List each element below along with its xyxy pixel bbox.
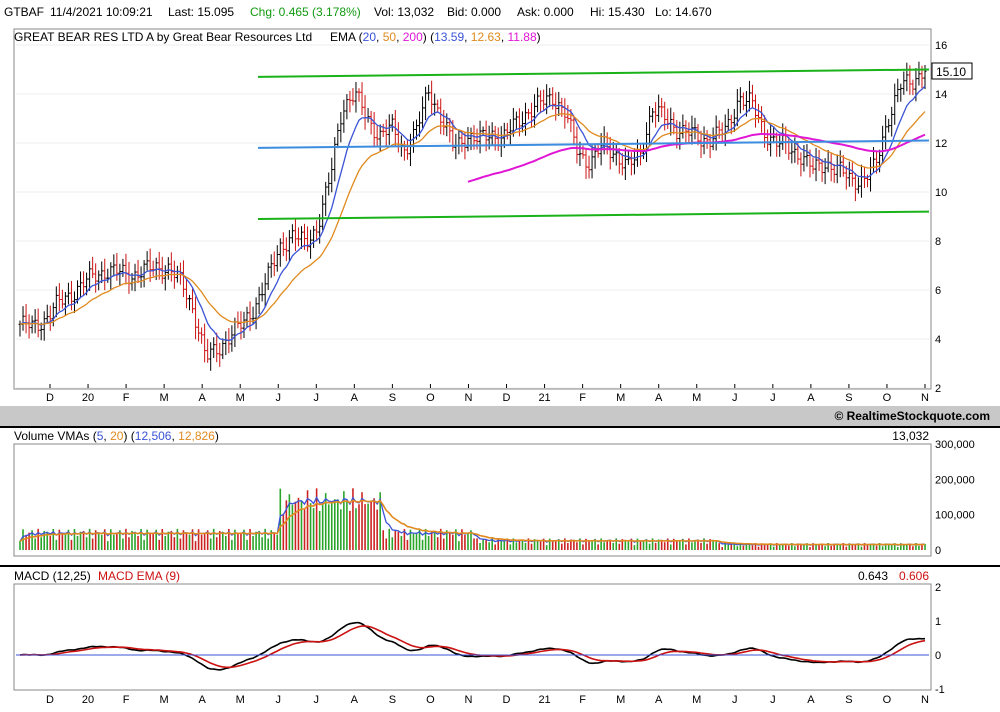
macd-x-tick-label: J — [732, 694, 738, 706]
macd-x-tick-label: J — [276, 694, 282, 706]
vma20-period: 20 — [110, 429, 124, 443]
macd-x-tick-label: 21 — [538, 694, 550, 706]
macd-x-axis: D 20 F M A M J J A S O N D 21 F M A M J J A S O N — [46, 694, 929, 706]
macd-x-tick-label: A — [199, 694, 207, 706]
price-tick-label: 6 — [935, 285, 941, 297]
price-tick-label: 4 — [935, 334, 941, 346]
x-tick-label: M — [236, 392, 245, 404]
macd-tick-label: 2 — [935, 582, 941, 594]
x-tick-label: M — [160, 392, 169, 404]
price-tick-label: 10 — [935, 187, 947, 199]
macd-tick-label: 0 — [935, 650, 941, 662]
vma5-value: 12,506 — [135, 429, 172, 443]
macd-panel-frame — [13, 583, 932, 691]
ema200-value: 11.88 — [508, 30, 537, 44]
volume-tick-label: 0 — [935, 545, 941, 557]
ema20-value: 13.59 — [434, 30, 464, 44]
macd-x-tick-label: J — [314, 694, 320, 706]
x-tick-label: A — [655, 392, 663, 404]
macd-x-tick-label: D — [46, 694, 54, 706]
x-tick-label: S — [845, 392, 852, 404]
volume-panel-frame — [13, 443, 932, 557]
macd-x-tick-label: N — [921, 694, 929, 706]
x-tick-label: 21 — [538, 392, 550, 404]
x-tick-label: J — [732, 392, 738, 404]
macd-x-tick-label: A — [655, 694, 663, 706]
copyright: © RealtimeStockquote.com — [834, 409, 990, 423]
macd-x-tick-label: A — [807, 694, 815, 706]
macd-x-tick-label: M — [616, 694, 625, 706]
macd-value: 0.643 — [858, 569, 888, 583]
macd-x-tick-label: M — [236, 694, 245, 706]
price-title: GREAT BEAR RES LTD A by Great Bear Resou… — [14, 30, 312, 44]
price-tick-label: 12 — [935, 138, 947, 150]
ema-label: EMA (20, 50, 200) (13.59, 12.63, 11.88) — [330, 30, 541, 44]
macd-title: MACD (12,25) — [14, 569, 91, 583]
ema50-value: 12.63 — [471, 30, 501, 44]
x-tick-label: J — [770, 392, 776, 404]
x-tick-label: A — [351, 392, 359, 404]
macd-signal-value: 0.606 — [899, 569, 929, 583]
x-tick-label: F — [123, 392, 130, 404]
last-volume: 13,032 — [892, 429, 929, 443]
macd-x-tick-label: S — [845, 694, 852, 706]
x-tick-label: O — [426, 392, 435, 404]
volume-axis: 0 100,000 200,000 300,000 — [935, 439, 975, 557]
price-tick-label: 14 — [935, 89, 947, 101]
x-tick-label: D — [503, 392, 511, 404]
ema20-period: 20 — [363, 30, 377, 44]
macd-x-tick-label: 20 — [82, 694, 94, 706]
x-tick-label: D — [46, 392, 54, 404]
volume-tick-label: 100,000 — [935, 510, 975, 522]
x-tick-label: S — [389, 392, 396, 404]
price-axis: 2 4 6 8 10 12 14 16 — [935, 40, 947, 395]
price-tick-label: 8 — [935, 236, 941, 248]
vma20-value: 12,826 — [178, 429, 215, 443]
price-panel-frame — [13, 28, 932, 390]
macd-x-tick-label: O — [426, 694, 435, 706]
x-tick-label: M — [616, 392, 625, 404]
volume-tick-label: 300,000 — [935, 439, 975, 451]
x-tick-label: A — [807, 392, 815, 404]
x-tick-label: J — [276, 392, 282, 404]
x-tick-label: F — [579, 392, 586, 404]
macd-x-tick-label: M — [160, 694, 169, 706]
macd-x-tick-label: A — [351, 694, 359, 706]
macd-x-tick-label: D — [503, 694, 511, 706]
volume-title: Volume VMAs (5, 20) (12,506, 12,826) — [14, 429, 219, 443]
macd-x-tick-label: J — [770, 694, 776, 706]
macd-signal-title: MACD EMA (9) — [98, 569, 180, 583]
x-tick-label: J — [314, 392, 320, 404]
macd-x-tick-label: O — [883, 694, 892, 706]
x-tick-label: 20 — [82, 392, 94, 404]
volume-tick-label: 200,000 — [935, 474, 975, 486]
macd-x-tick-label: M — [692, 694, 701, 706]
x-tick-label: N — [921, 392, 929, 404]
price-tick-label: 2 — [935, 383, 941, 395]
ema200-period: 200 — [403, 30, 423, 44]
macd-tick-label: 1 — [935, 616, 941, 628]
macd-x-tick-label: S — [389, 694, 396, 706]
macd-tick-label: -1 — [935, 684, 945, 696]
stock-chart: 246810121416 D 20 F M A M J J A S O N D 21 F M A M J J A S O N … — [0, 28, 1000, 706]
x-tick-label: N — [465, 392, 473, 404]
macd-x-tick-label: N — [465, 694, 473, 706]
macd-x-tick-label: F — [579, 694, 586, 706]
last-price-tag-text: 15.10 — [936, 65, 966, 79]
x-tick-label: A — [199, 392, 207, 404]
x-tick-label: O — [883, 392, 892, 404]
price-tick-label: 16 — [935, 40, 947, 52]
ema50-period: 50 — [383, 30, 397, 44]
macd-x-tick-label: F — [123, 694, 130, 706]
x-tick-label: M — [692, 392, 701, 404]
